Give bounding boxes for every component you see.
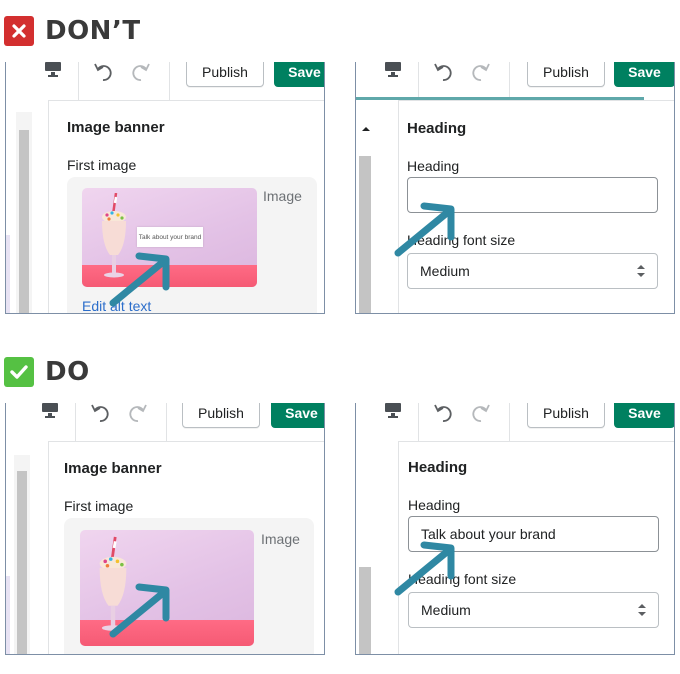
settings-title: Heading xyxy=(408,459,468,476)
scrollbar-thumb[interactable] xyxy=(359,567,371,654)
editor-sidebar xyxy=(6,100,49,313)
loading-bar xyxy=(356,97,644,100)
dont-section-label: DON’T xyxy=(4,16,141,46)
save-button[interactable]: Save xyxy=(614,62,674,87)
checkmark-icon xyxy=(4,357,34,387)
editor-sidebar xyxy=(356,100,399,313)
font-size-value: Medium xyxy=(421,602,471,618)
do-label: DO xyxy=(45,357,90,387)
save-button[interactable]: Save xyxy=(614,403,674,428)
save-button[interactable]: Save xyxy=(271,403,324,428)
editor-toolbar: Publish Save xyxy=(6,403,324,442)
first-image-label: First image xyxy=(64,498,134,514)
redo-icon[interactable] xyxy=(468,403,490,428)
settings-title: Heading xyxy=(407,120,467,137)
image-picker[interactable]: Talk about your brand Image Edit alt tex… xyxy=(67,177,317,313)
settings-title: Image banner xyxy=(64,460,162,477)
redo-icon[interactable] xyxy=(128,62,150,87)
publish-button[interactable]: Publish xyxy=(186,62,264,87)
dont-image-banner-panel: Publish Save Image banner First image Ta… xyxy=(5,62,325,314)
milkshake-image xyxy=(102,193,126,278)
font-size-label: Heading font size xyxy=(408,571,517,587)
preview-strip xyxy=(6,235,10,313)
heading-field-label: Heading xyxy=(407,158,460,174)
heading-input[interactable] xyxy=(407,177,658,213)
first-image-label: First image xyxy=(67,157,137,173)
desktop-icon[interactable] xyxy=(41,403,59,424)
editor-toolbar: Publish Save xyxy=(356,403,674,442)
editor-sidebar xyxy=(356,441,399,654)
editor-sidebar xyxy=(6,441,49,654)
editor-toolbar: Publish Save xyxy=(356,62,674,101)
milkshake-image xyxy=(99,536,127,631)
publish-button[interactable]: Publish xyxy=(527,62,605,87)
dont-heading-panel: Publish Save Heading Heading Heading fon… xyxy=(355,62,675,314)
image-picker[interactable]: Image xyxy=(64,518,314,654)
banner-sticker-text: Talk about your brand xyxy=(137,227,203,247)
redo-icon[interactable] xyxy=(468,62,490,87)
undo-icon[interactable] xyxy=(434,403,456,428)
font-size-select[interactable]: Medium xyxy=(407,253,658,289)
heading-input[interactable]: Talk about your brand xyxy=(408,516,659,552)
select-arrows-icon xyxy=(637,264,645,281)
font-size-select[interactable]: Medium xyxy=(408,592,659,628)
publish-button[interactable]: Publish xyxy=(527,403,605,428)
save-button[interactable]: Save xyxy=(274,62,324,87)
edit-alt-text-link[interactable]: Edit alt text xyxy=(82,298,151,313)
scrollbar-thumb[interactable] xyxy=(17,471,27,654)
desktop-icon[interactable] xyxy=(384,403,402,424)
dont-label: DON’T xyxy=(45,16,141,46)
scrollbar-thumb[interactable] xyxy=(19,130,29,313)
undo-icon[interactable] xyxy=(94,62,116,87)
do-section-label: DO xyxy=(4,357,90,387)
redo-icon[interactable] xyxy=(125,403,147,428)
close-icon xyxy=(4,16,34,46)
desktop-icon[interactable] xyxy=(44,62,62,83)
banner-image-thumbnail[interactable] xyxy=(80,530,254,646)
heading-field-label: Heading xyxy=(408,497,461,513)
editor-toolbar: Publish Save xyxy=(6,62,324,101)
image-type-label: Image xyxy=(261,531,300,547)
do-heading-panel: Publish Save Heading Heading Talk about … xyxy=(355,403,675,655)
scrollbar-thumb[interactable] xyxy=(359,156,371,313)
image-type-label: Image xyxy=(263,188,302,204)
scroll-up-icon[interactable] xyxy=(361,120,371,138)
banner-image-thumbnail[interactable]: Talk about your brand xyxy=(82,188,257,287)
preview-strip xyxy=(6,576,10,654)
desktop-icon[interactable] xyxy=(384,62,402,83)
publish-button[interactable]: Publish xyxy=(182,403,260,428)
undo-icon[interactable] xyxy=(91,403,113,428)
do-image-banner-panel: Publish Save Image banner First image Im… xyxy=(5,403,325,655)
select-arrows-icon xyxy=(638,603,646,620)
font-size-value: Medium xyxy=(420,263,470,279)
settings-title: Image banner xyxy=(67,119,165,136)
undo-icon[interactable] xyxy=(434,62,456,87)
font-size-label: Heading font size xyxy=(407,232,516,248)
